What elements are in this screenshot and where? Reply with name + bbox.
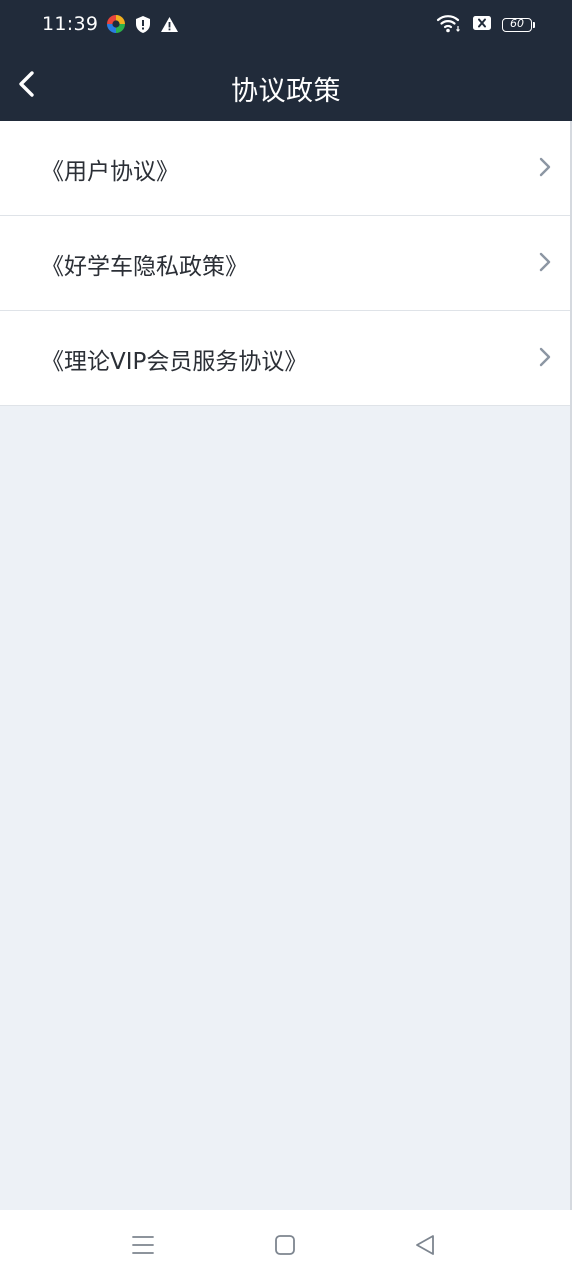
navigation-bar: 协议政策 [0, 52, 572, 121]
wifi-icon [436, 13, 462, 37]
system-back-button[interactable] [412, 1232, 438, 1258]
shield-alert-icon [135, 15, 151, 38]
battery-icon: 60 [502, 17, 535, 32]
list-item-user-agreement[interactable]: 《用户协议》 [0, 121, 572, 216]
warning-icon [160, 16, 179, 37]
list-item-vip-agreement[interactable]: 《理论VIP会员服务协议》 [0, 311, 572, 406]
status-right-icons: 60 [426, 13, 535, 37]
page-title: 协议政策 [231, 76, 341, 107]
sim-blocked-icon [472, 15, 492, 35]
status-left-icons [106, 15, 188, 37]
app-header: 11:39 60 协议政策 [0, 0, 572, 121]
list-item-privacy-policy[interactable]: 《好学车隐私政策》 [0, 216, 572, 311]
pinwheel-app-icon [106, 14, 126, 38]
home-square-icon [275, 1235, 295, 1255]
back-triangle-icon [416, 1235, 434, 1255]
status-bar: 11:39 60 [0, 0, 572, 52]
chevron-right-icon [539, 157, 551, 177]
list-item-label: 《用户协议》 [41, 159, 179, 185]
system-menu-button[interactable] [130, 1232, 156, 1258]
system-home-button[interactable] [272, 1232, 298, 1258]
system-navigation-bar [0, 1210, 572, 1280]
list-item-label: 《好学车隐私政策》 [41, 254, 248, 280]
chevron-right-icon [539, 347, 551, 367]
menu-icon [132, 1236, 154, 1254]
status-time: 11:39 [42, 13, 99, 35]
chevron-right-icon [539, 252, 551, 272]
list-item-label: 《理论VIP会员服务协议》 [41, 349, 308, 375]
battery-level: 60 [510, 17, 524, 30]
agreement-list: 《用户协议》 《好学车隐私政策》 《理论VIP会员服务协议》 [0, 121, 572, 406]
